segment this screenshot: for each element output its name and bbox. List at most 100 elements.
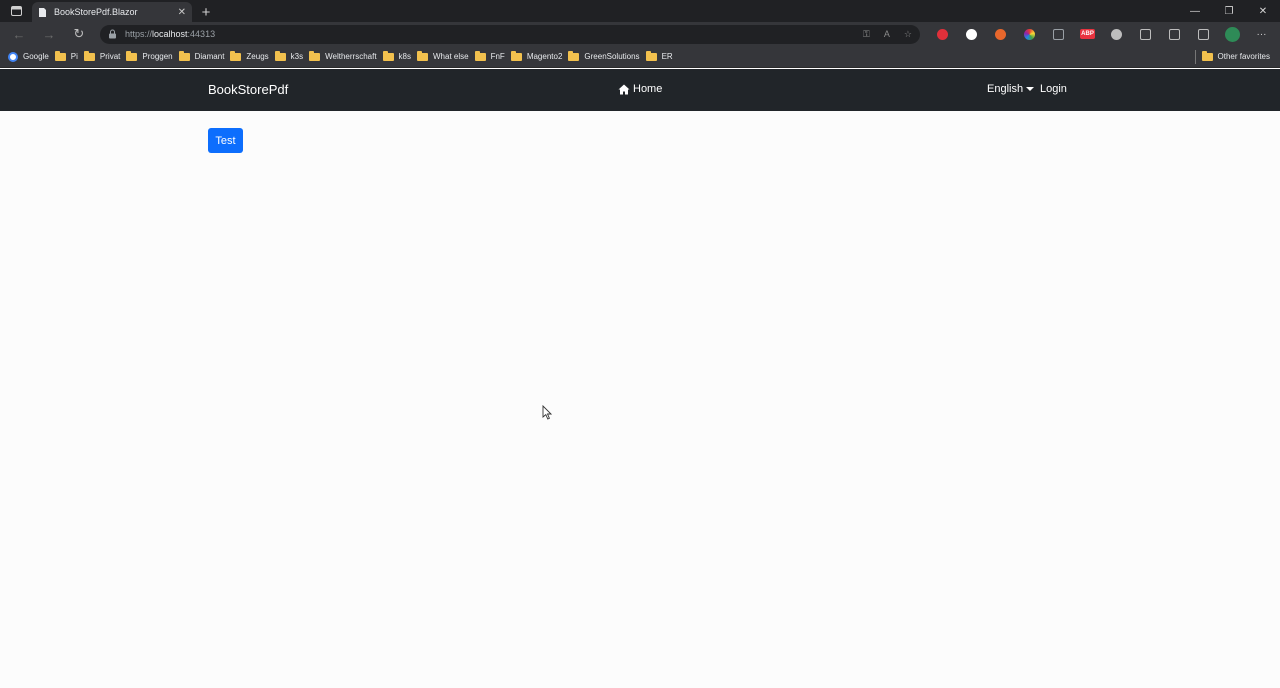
- lock-icon: [109, 29, 116, 39]
- home-icon: [618, 84, 630, 94]
- other-favorites-folder[interactable]: Other favorites: [1201, 48, 1280, 66]
- bookmark-label: ER: [661, 52, 673, 61]
- nav-home-link[interactable]: Home: [618, 83, 662, 95]
- bookmark-label: Privat: [99, 52, 121, 61]
- test-button[interactable]: Test: [208, 128, 243, 153]
- nav-home-label: Home: [633, 83, 663, 95]
- extension-button[interactable]: ···: [1247, 22, 1276, 46]
- bookmarks-separator: [1194, 49, 1196, 64]
- abp-icon: ABP: [1080, 29, 1095, 39]
- bookmark-item[interactable]: Diamant: [178, 48, 231, 66]
- bookmark-item[interactable]: GreenSolutions: [568, 48, 645, 66]
- navbar-brand[interactable]: BookStorePdf: [208, 82, 288, 97]
- folder-icon: [230, 50, 242, 61]
- minimize-icon[interactable]: —: [1178, 6, 1212, 17]
- browser-tab-active[interactable]: BookStorePdf.Blazor ✕: [32, 2, 192, 22]
- bookmark-item[interactable]: k3s: [274, 48, 309, 66]
- folder-icon: [382, 50, 394, 61]
- folder-icon: [54, 50, 66, 61]
- google-icon: [8, 51, 18, 62]
- extension-button[interactable]: [957, 22, 986, 46]
- bookmark-item[interactable]: Google: [8, 48, 55, 66]
- image-icon: [1053, 28, 1064, 40]
- bookmark-label: Zeugs: [246, 52, 269, 61]
- extensions-bar: ABP ···: [928, 22, 1276, 46]
- bookmark-item[interactable]: Weltherrschaft: [309, 48, 382, 66]
- fox-icon: [995, 28, 1006, 40]
- window-controls: — ❐ ✕: [1178, 0, 1280, 22]
- bookmark-label: Diamant: [194, 52, 225, 61]
- forward-button[interactable]: →: [34, 22, 64, 46]
- folder-icon: [126, 50, 138, 61]
- folder-icon: [510, 50, 522, 61]
- more-icon: ···: [1256, 28, 1267, 40]
- login-link[interactable]: Login: [1040, 83, 1067, 95]
- language-dropdown[interactable]: English: [987, 83, 1035, 95]
- bookmark-item[interactable]: What else: [417, 48, 475, 66]
- folder-icon: [568, 50, 580, 61]
- extension-button[interactable]: ABP: [1073, 22, 1102, 46]
- page-viewport: BookStorePdf Home English Login Test: [0, 69, 1280, 688]
- collections-icon: [1198, 28, 1209, 40]
- restore-icon[interactable]: ❐: [1212, 6, 1246, 17]
- bookmark-label: FnF: [490, 52, 505, 61]
- extension-button[interactable]: [1131, 22, 1160, 46]
- back-button[interactable]: ←: [4, 22, 34, 46]
- color-wheel-icon: [1024, 28, 1035, 40]
- extension-button[interactable]: [1015, 22, 1044, 46]
- other-favorites-label: Other favorites: [1217, 52, 1270, 61]
- red-shield-icon: [937, 28, 948, 40]
- folder-icon: [274, 50, 286, 61]
- tab-actions-button[interactable]: [0, 0, 32, 22]
- folder-icon: [178, 50, 190, 61]
- address-bar[interactable]: https://localhost:44313 ⚿ A ☆: [100, 24, 920, 44]
- reload-button[interactable]: ↻: [64, 22, 94, 46]
- folder-icon: [474, 50, 486, 61]
- folder-icon: [309, 50, 321, 61]
- language-label: English: [987, 83, 1024, 95]
- folder-icon: [1201, 50, 1213, 61]
- caret-down-icon: [1026, 87, 1035, 91]
- tab-close-icon[interactable]: ✕: [178, 7, 186, 18]
- bookmark-item[interactable]: Zeugs: [230, 48, 274, 66]
- bookmark-item[interactable]: Privat: [83, 48, 126, 66]
- extension-button[interactable]: [1218, 22, 1247, 46]
- folder-icon: [83, 50, 95, 61]
- browser-toolbar: ← → ↻ https://localhost:44313 ⚿ A ☆ ABP ·…: [0, 22, 1280, 46]
- bookmark-label: Proggen: [142, 52, 173, 61]
- close-window-icon[interactable]: ✕: [1246, 6, 1280, 17]
- extension-button[interactable]: [1160, 22, 1189, 46]
- tab-strip: BookStorePdf.Blazor ✕ + — ❐ ✕: [0, 0, 1280, 22]
- sync-icon: [1111, 28, 1122, 40]
- favorites-icon: [1169, 28, 1180, 40]
- app-navbar: BookStorePdf Home English Login: [0, 69, 1280, 111]
- bookmarks-bar: Google Pi Privat Proggen Diamant Zeugs k3s Welt…: [0, 46, 1280, 68]
- folder-icon: [417, 50, 428, 61]
- bookmark-label: Google: [23, 52, 49, 61]
- bookmark-item[interactable]: Proggen: [126, 48, 178, 66]
- bookmark-item[interactable]: Magento2: [510, 48, 569, 66]
- bookmark-item[interactable]: k8s: [382, 48, 417, 66]
- folder-icon: [645, 50, 657, 61]
- profile-avatar-icon: [1225, 26, 1240, 42]
- new-tab-button[interactable]: +: [194, 2, 218, 22]
- bookmark-item[interactable]: ER: [645, 48, 679, 66]
- extension-button[interactable]: [1189, 22, 1218, 46]
- puzzle-icon: [1140, 28, 1151, 40]
- key-icon[interactable]: ⚿: [863, 29, 870, 40]
- address-url: https://localhost:44313: [125, 29, 216, 39]
- bookmark-label: k8s: [398, 52, 411, 61]
- bookmark-item[interactable]: Pi: [54, 48, 84, 66]
- white-circle-icon: [966, 28, 977, 40]
- bookmark-label: Pi: [70, 52, 78, 61]
- extension-button[interactable]: [1044, 22, 1073, 46]
- extension-button[interactable]: [1102, 22, 1131, 46]
- extension-button[interactable]: [986, 22, 1015, 46]
- read-aloud-icon[interactable]: A: [884, 29, 890, 40]
- bookmark-label: GreenSolutions: [584, 52, 640, 61]
- add-favorite-icon[interactable]: ☆: [904, 29, 912, 40]
- bookmark-label: What else: [433, 52, 469, 61]
- extension-button[interactable]: [928, 22, 957, 46]
- page-icon: [39, 7, 46, 17]
- bookmark-item[interactable]: FnF: [474, 48, 511, 66]
